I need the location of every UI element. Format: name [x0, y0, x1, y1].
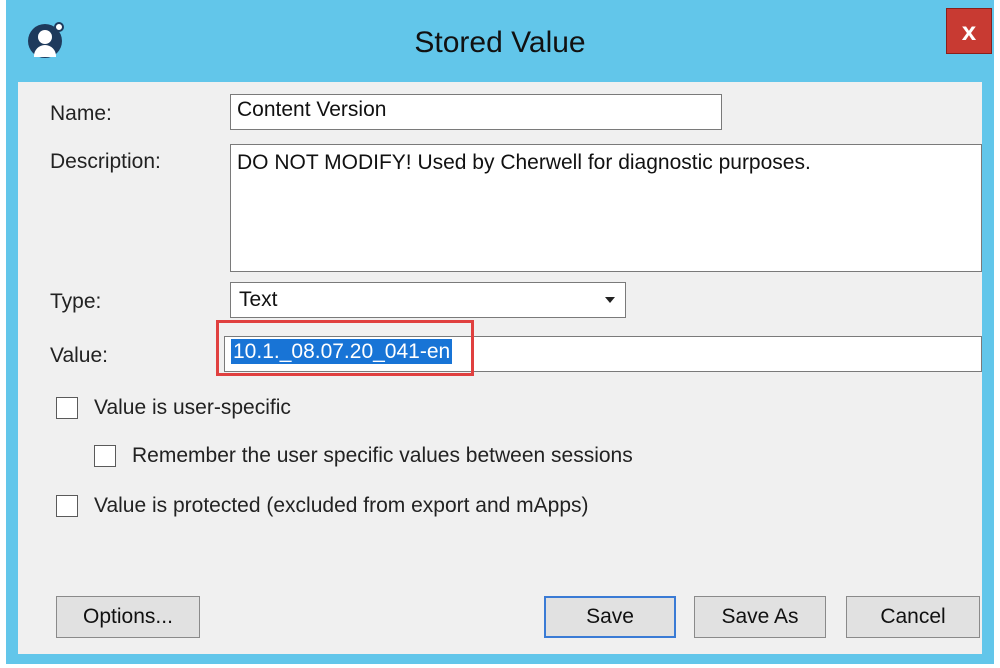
description-label: Description: [50, 150, 161, 173]
cancel-button[interactable]: Cancel [846, 596, 980, 638]
remember-sessions-label: Remember the user specific values betwee… [132, 444, 633, 467]
close-button[interactable]: x [946, 8, 992, 54]
name-input[interactable]: Content Version [230, 94, 722, 130]
type-label: Type: [50, 290, 102, 313]
type-select-value: Text [239, 288, 278, 311]
title-bar[interactable]: Stored Value x [6, 0, 994, 82]
highlight-annotation-box [216, 320, 474, 376]
remember-sessions-checkbox[interactable] [94, 445, 116, 467]
stored-value-dialog: Stored Value x Name: Content Version Des… [6, 0, 994, 664]
description-textarea[interactable]: DO NOT MODIFY! Used by Cherwell for diag… [230, 144, 982, 272]
type-select[interactable]: Text [230, 282, 626, 318]
name-label: Name: [50, 102, 112, 125]
value-label: Value: [50, 344, 108, 367]
save-as-button[interactable]: Save As [694, 596, 826, 638]
dialog-body: Name: Content Version Description: DO NO… [18, 82, 982, 654]
protected-label: Value is protected (excluded from export… [94, 494, 589, 517]
save-button[interactable]: Save [544, 596, 676, 638]
chevron-down-icon [605, 297, 615, 303]
window-title: Stored Value [414, 26, 586, 59]
options-button[interactable]: Options... [56, 596, 200, 638]
user-specific-label: Value is user-specific [94, 396, 291, 419]
user-specific-checkbox[interactable] [56, 397, 78, 419]
protected-checkbox[interactable] [56, 495, 78, 517]
